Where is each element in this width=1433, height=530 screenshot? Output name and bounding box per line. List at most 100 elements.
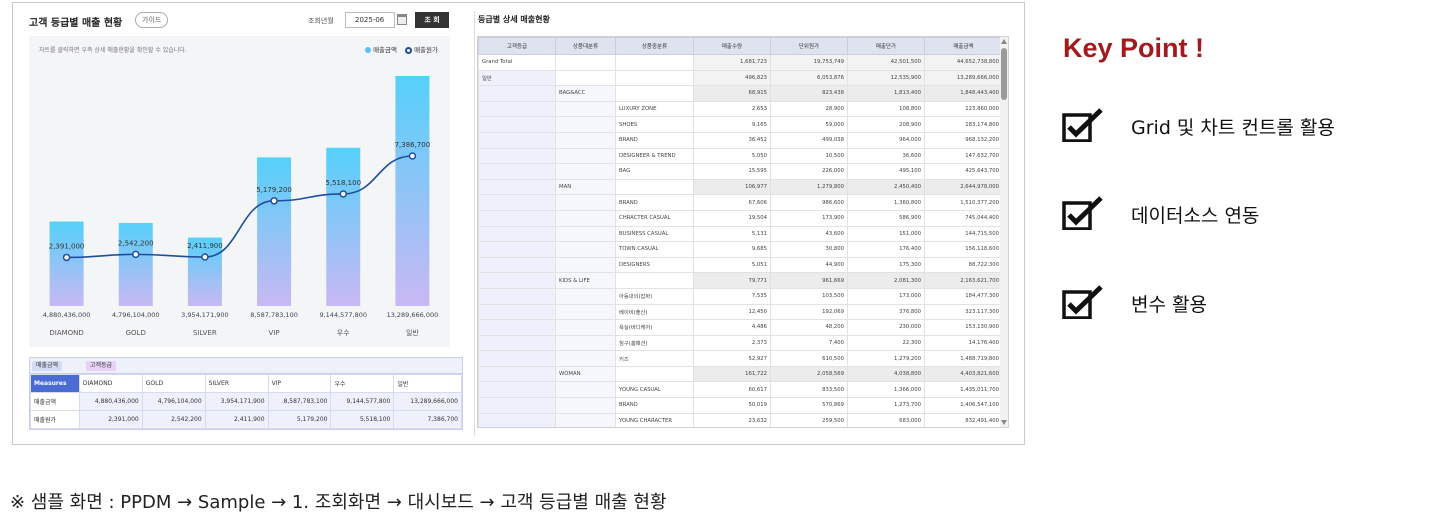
- scroll-up-icon[interactable]: [1001, 39, 1007, 44]
- cost-point[interactable]: [408, 152, 417, 160]
- measure-chip[interactable]: 매출금액: [32, 361, 63, 371]
- grid-row[interactable]: YOUNG CASUAL 60,617 833,500 1,366,000 1,435,…: [478, 381, 1003, 399]
- cost-point[interactable]: [339, 190, 347, 198]
- grade-chip[interactable]: 고객등급: [86, 361, 117, 371]
- grid-row[interactable]: BRAND 36,452 499,038 964,000 968,132,200: [478, 131, 1003, 149]
- grid-column-header[interactable]: 고객등급: [478, 37, 556, 55]
- grid-cell: [555, 131, 616, 149]
- grid-row[interactable]: BAG 15,595 226,000 495,100 425,643,700: [478, 163, 1003, 180]
- grid-cell: 376,800: [847, 303, 925, 321]
- calendar-icon[interactable]: [397, 14, 407, 25]
- grid-cell: Grand Total: [478, 54, 556, 71]
- grid-cell: 36,452: [693, 131, 771, 149]
- scroll-thumb[interactable]: [1001, 48, 1007, 100]
- detail-grid[interactable]: 고객등급 상품대분류 상품중분류 매출수량 단위원가 매출단가 매출금액 Grand Tot…: [477, 36, 1009, 428]
- grid-cell: 43,600: [770, 225, 848, 243]
- grid-cell: [555, 100, 616, 118]
- grid-cell: [478, 256, 556, 274]
- cost-point[interactable]: [62, 253, 71, 262]
- grid-row[interactable]: BAG&ACC 68,915 823,438 1,813,400 1,848,443,4…: [478, 85, 1003, 102]
- grid-cell: [555, 116, 616, 133]
- grid-column-header[interactable]: 매출금액: [924, 37, 1003, 55]
- checkbox-checked-icon: [1062, 108, 1103, 142]
- grid-row[interactable]: 키즈 52,927 610,500 1,279,200 1,488,719,800: [478, 350, 1003, 367]
- cost-point[interactable]: [132, 250, 140, 259]
- grid-row[interactable]: 베이비(출산) 12,450 192,069 376,800 323,117,300: [478, 303, 1003, 321]
- grid-cell: 14,176,400: [924, 334, 1003, 352]
- grid-cell: 5,051: [693, 256, 771, 274]
- sales-bar[interactable]: [395, 76, 430, 306]
- grid-cell: 28,900: [770, 100, 848, 118]
- grid-row[interactable]: KIDS & LIFE 79,771 961,669 2,081,300 2,163,6…: [478, 272, 1003, 289]
- guide-button[interactable]: 가이드: [135, 12, 169, 28]
- chart-canvas[interactable]: 4,880,436,000 DIAMOND 4,796,104,000 GOLD 3,9…: [29, 36, 450, 347]
- grid-row[interactable]: 일반 496,823 6,053,876 12,535,900 13,289,666,0…: [478, 69, 1003, 87]
- scroll-down-icon[interactable]: [1001, 420, 1007, 425]
- grid-row[interactable]: Grand Total 1,681,723 19,753,749 42,501,500…: [478, 54, 1003, 71]
- grid-row[interactable]: DESIGNEER & TREND 5,050 10,500 36,600 147,63…: [478, 147, 1003, 165]
- grid-cell: [478, 85, 556, 102]
- grid-cell: 1,273,700: [847, 397, 925, 414]
- pivot-cell: 3,954,171,900: [204, 392, 269, 411]
- cost-value-label: 2,411,900: [187, 242, 223, 250]
- query-button[interactable]: 조 회: [415, 12, 449, 28]
- grid-row[interactable]: WOMAN 161,722 2,058,569 4,038,800 4,403,821,…: [478, 365, 1003, 383]
- grid-cell: BUSINESS CASUAL: [615, 225, 694, 243]
- grid-row[interactable]: BRAND 50,019 570,869 1,273,700 1,406,547,100: [478, 397, 1003, 414]
- grid-cell: BRAND: [615, 194, 694, 211]
- grid-cell: 10,500: [770, 147, 848, 165]
- pivot-table: Measures DIAMOND GOLD SILVER VIP 우수 일반 매…: [30, 374, 462, 429]
- grid-cell: 15,595: [693, 163, 771, 180]
- grid-cell: 226,000: [770, 163, 848, 180]
- grid-cell: 745,044,400: [924, 209, 1003, 227]
- grid-cell: LUXURY ZONE: [615, 100, 694, 118]
- sales-bar[interactable]: [49, 221, 84, 306]
- grid-cell: 88,722,300: [924, 256, 1003, 274]
- grid-row[interactable]: LUXURY ZONE 2,653 28,900 108,800 123,860,000: [478, 100, 1003, 118]
- grid-row[interactable]: TOWN CASUAL 9,685 30,800 176,400 156,118,600: [478, 241, 1003, 258]
- grid-column-header[interactable]: 매출수량: [693, 37, 771, 55]
- category-tick-label: 우수: [337, 329, 350, 337]
- sales-bar[interactable]: [118, 222, 153, 306]
- sales-bar[interactable]: [257, 157, 292, 306]
- grid-row[interactable]: 침구(홈패션) 2,373 7,400 22,300 14,176,400: [478, 334, 1003, 352]
- grid-cell: 1,360,800: [847, 194, 925, 211]
- category-tick-label: SILVER: [193, 329, 217, 337]
- grid-cell: 19,753,749: [770, 54, 848, 71]
- cost-point[interactable]: [201, 253, 209, 261]
- grid-cell: 2,373: [693, 334, 771, 352]
- grid-column-header[interactable]: 상품중분류: [615, 37, 694, 55]
- grid-column-header[interactable]: 상품대분류: [555, 37, 616, 55]
- sales-chart[interactable]: 차트를 클릭하면 우측 상세 매출현황을 확인할 수 있습니다. 매출금액 매출…: [29, 36, 450, 347]
- grid-row[interactable]: DESIGNERS 5,051 44,900 175,300 88,722,300: [478, 256, 1003, 274]
- checkbox-checked-icon: [1062, 285, 1103, 319]
- grid-row[interactable]: YOUNG CHARACTER 23,632 259,500 683,000 832,4…: [478, 412, 1003, 427]
- sales-bar[interactable]: [326, 147, 361, 306]
- grid-row[interactable]: MAN 106,977 1,279,800 2,450,400 2,644,978,00…: [478, 178, 1003, 196]
- grid-cell: 586,900: [847, 209, 925, 227]
- grid-cell: 36,600: [847, 147, 925, 165]
- grid-cell: 1,279,800: [770, 178, 848, 196]
- pivot-row-label: 매출원가: [30, 410, 80, 429]
- grid-row[interactable]: SHOES 9,165 59,000 208,900 183,174,800: [478, 116, 1003, 133]
- grid-column-header[interactable]: 단위원가: [770, 37, 848, 55]
- bar-value-label: 4,880,436,000: [43, 311, 91, 319]
- category-tick-label: 일반: [406, 328, 419, 337]
- grid-row[interactable]: 아동내의(잡화) 7,535 103,500 173,000 184,477,300: [478, 287, 1003, 305]
- pivot-col-header: 일반: [393, 374, 462, 393]
- year-month-input[interactable]: 2025-06: [345, 12, 395, 28]
- grid-cell: 986,600: [770, 194, 848, 211]
- grid-column-header[interactable]: 매출단가: [847, 37, 925, 55]
- grid-row[interactable]: CHRACTER CASUAL 19,504 173,900 586,900 745,0…: [478, 209, 1003, 227]
- grid-cell: [478, 412, 556, 427]
- grid-row[interactable]: 욕실(바디케어) 4,486 48,200 230,000 153,130,900: [478, 319, 1003, 336]
- grid-cell: [555, 147, 616, 165]
- grid-cell: 151,000: [847, 225, 925, 243]
- grid-cell: CHRACTER CASUAL: [615, 209, 694, 227]
- grid-row[interactable]: BUSINESS CASUAL 5,131 43,600 151,000 144,715…: [478, 225, 1003, 243]
- grid-cell: [555, 241, 616, 258]
- grid-row[interactable]: BRAND 67,606 986,600 1,360,800 1,510,377,200: [478, 194, 1003, 211]
- left-panel-title: 고객 등급별 매출 현황: [29, 18, 123, 29]
- cost-point[interactable]: [270, 197, 278, 205]
- grid-scrollbar[interactable]: [1000, 37, 1008, 427]
